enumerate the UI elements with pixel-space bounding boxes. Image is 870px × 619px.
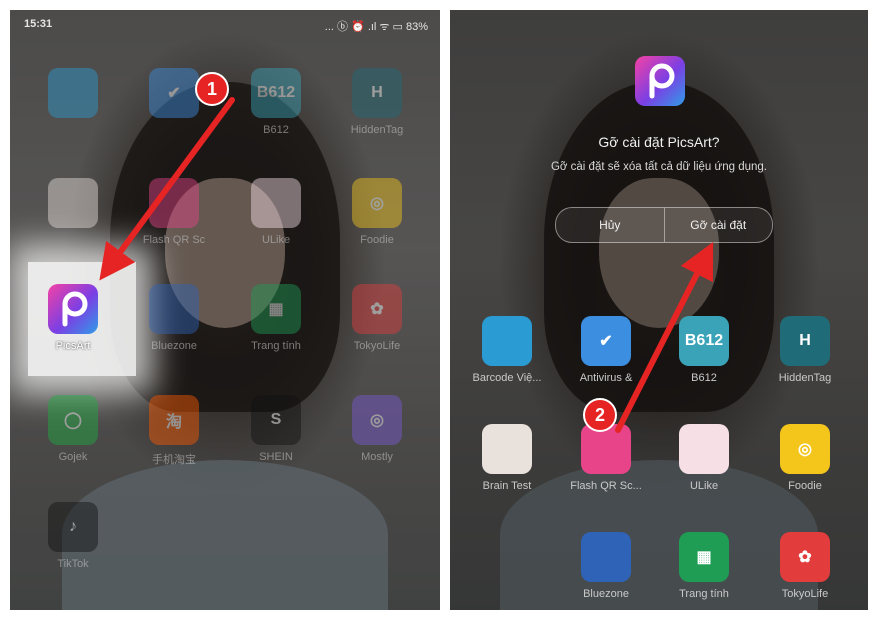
step-1-badge: 1 xyxy=(195,72,229,106)
annotation-arrows xyxy=(99,97,714,433)
arrow-2 xyxy=(615,241,714,433)
step-2-badge: 2 xyxy=(583,398,617,432)
arrow-1 xyxy=(99,97,235,281)
